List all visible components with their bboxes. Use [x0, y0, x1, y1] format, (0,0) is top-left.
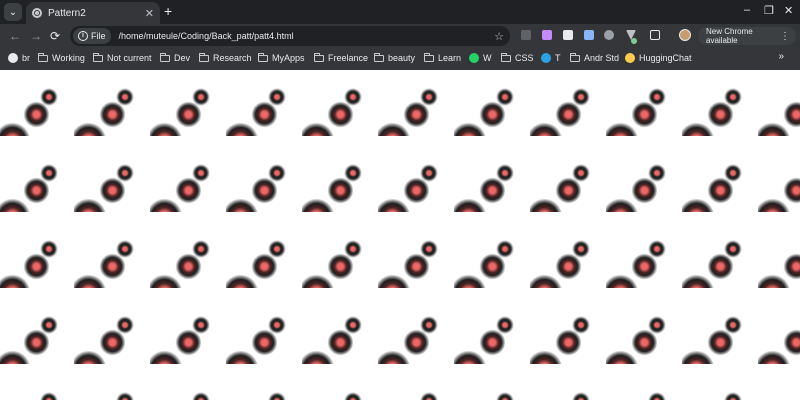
window-close-icon[interactable]: ✕ — [784, 4, 793, 17]
bookmark-label: W — [483, 53, 492, 63]
bookmark-research[interactable]: Research — [199, 52, 252, 64]
bookmark-label: beauty — [388, 53, 416, 63]
page-pattern-viewport — [0, 70, 800, 400]
folder-icon — [570, 53, 580, 62]
address-bar[interactable]: i File /home/muteule/Coding/Back_patt/pa… — [70, 26, 510, 46]
scheme-label: File — [91, 31, 106, 41]
update-button-label: New Chrome available — [706, 27, 753, 45]
bookmark-t[interactable]: T — [541, 52, 561, 64]
bookmark-label: MyApps — [272, 53, 305, 63]
tab-active[interactable]: Pattern2 ✕ — [26, 2, 160, 24]
bookmark-andr-std[interactable]: Andr Std — [570, 52, 619, 64]
bookmark-myapps[interactable]: MyApps — [258, 52, 305, 64]
extensions-puzzle-icon[interactable] — [650, 30, 660, 40]
chevron-down-icon: ⌄ — [8, 6, 18, 18]
bookmark-working[interactable]: Working — [38, 52, 85, 64]
bookmark-label: Andr Std — [584, 53, 620, 63]
bookmark-star-icon[interactable]: ☆ — [494, 30, 504, 43]
bookmark-w[interactable]: W — [469, 52, 492, 64]
folder-icon — [160, 53, 170, 62]
kebab-menu-icon[interactable]: ⋮ — [780, 31, 790, 42]
folder-icon — [374, 53, 384, 62]
bookmark-label: Dev — [174, 53, 191, 63]
profile-avatar[interactable] — [679, 29, 691, 41]
bookmark-label: Working — [52, 53, 85, 63]
bookmark-label: Not current — [107, 53, 152, 63]
reload-button[interactable]: ⟳ — [50, 29, 60, 43]
forward-button[interactable]: → — [30, 29, 42, 43]
tab-strip: ⌄ Pattern2 ✕ + – ❐ ✕ — [0, 0, 800, 24]
extension-colorzilla-icon[interactable] — [631, 38, 637, 44]
huggingface-icon — [625, 53, 635, 63]
tab-title: Pattern2 — [48, 7, 86, 19]
folder-icon — [38, 53, 48, 62]
back-button[interactable]: ← — [9, 29, 21, 43]
info-icon: i — [78, 31, 88, 41]
bookmark-label: br — [22, 53, 31, 63]
folder-icon — [501, 53, 511, 62]
folder-icon — [258, 53, 268, 62]
restore-icon[interactable]: ❐ — [764, 4, 774, 17]
extension-calendar-icon[interactable] — [563, 30, 573, 40]
site-info-chip[interactable]: i File — [73, 28, 111, 44]
bookmark-learn[interactable]: Learn — [424, 52, 461, 64]
folder-icon — [424, 53, 434, 62]
bookmark-label: Learn — [438, 53, 462, 63]
telegram-icon — [541, 53, 551, 63]
close-icon[interactable]: ✕ — [145, 7, 154, 20]
extension-purple-icon[interactable] — [542, 30, 552, 40]
toolbar: ← → ⟳ i File /home/muteule/Coding/Back_p… — [0, 24, 800, 48]
bookmark-label: HuggingChat — [639, 53, 692, 63]
folder-icon — [314, 53, 324, 62]
tab-search-button[interactable]: ⌄ — [4, 3, 22, 21]
globe-icon — [8, 53, 18, 63]
folder-icon — [199, 53, 209, 62]
globe-icon — [32, 8, 42, 18]
url-text[interactable]: /home/muteule/Coding/Back_patt/patt4.htm… — [119, 31, 495, 41]
bookmark-br[interactable]: br — [8, 52, 30, 64]
bookmark-freelance[interactable]: Freelance — [314, 52, 368, 64]
more-bookmarks-icon[interactable]: » — [778, 51, 784, 62]
bookmark-label: Research — [213, 53, 252, 63]
bookmark-label: T — [555, 53, 561, 63]
bookmark-not-current[interactable]: Not current — [93, 52, 152, 64]
bookmark-beauty[interactable]: beauty — [374, 52, 415, 64]
bookmark-label: CSS — [515, 53, 534, 63]
extension-dark-icon[interactable] — [521, 30, 531, 40]
minimize-icon[interactable]: – — [744, 4, 750, 16]
extension-grey-icon[interactable] — [604, 30, 614, 40]
bookmark-label: Freelance — [328, 53, 369, 63]
folder-icon — [93, 53, 103, 62]
bookmarks-bar: br Working Not current Dev Research MyAp… — [0, 48, 800, 68]
bookmark-css[interactable]: CSS — [501, 52, 534, 64]
browser-chrome: ⌄ Pattern2 ✕ + – ❐ ✕ ← → ⟳ i File /home/… — [0, 0, 800, 70]
bookmark-dev[interactable]: Dev — [160, 52, 190, 64]
extension-translate-icon[interactable] — [584, 30, 594, 40]
update-chrome-button[interactable]: New Chrome available ⋮ — [698, 27, 796, 45]
bookmark-huggingchat[interactable]: HuggingChat — [625, 52, 692, 64]
new-tab-button[interactable]: + — [164, 3, 172, 19]
whatsapp-icon — [469, 53, 479, 63]
